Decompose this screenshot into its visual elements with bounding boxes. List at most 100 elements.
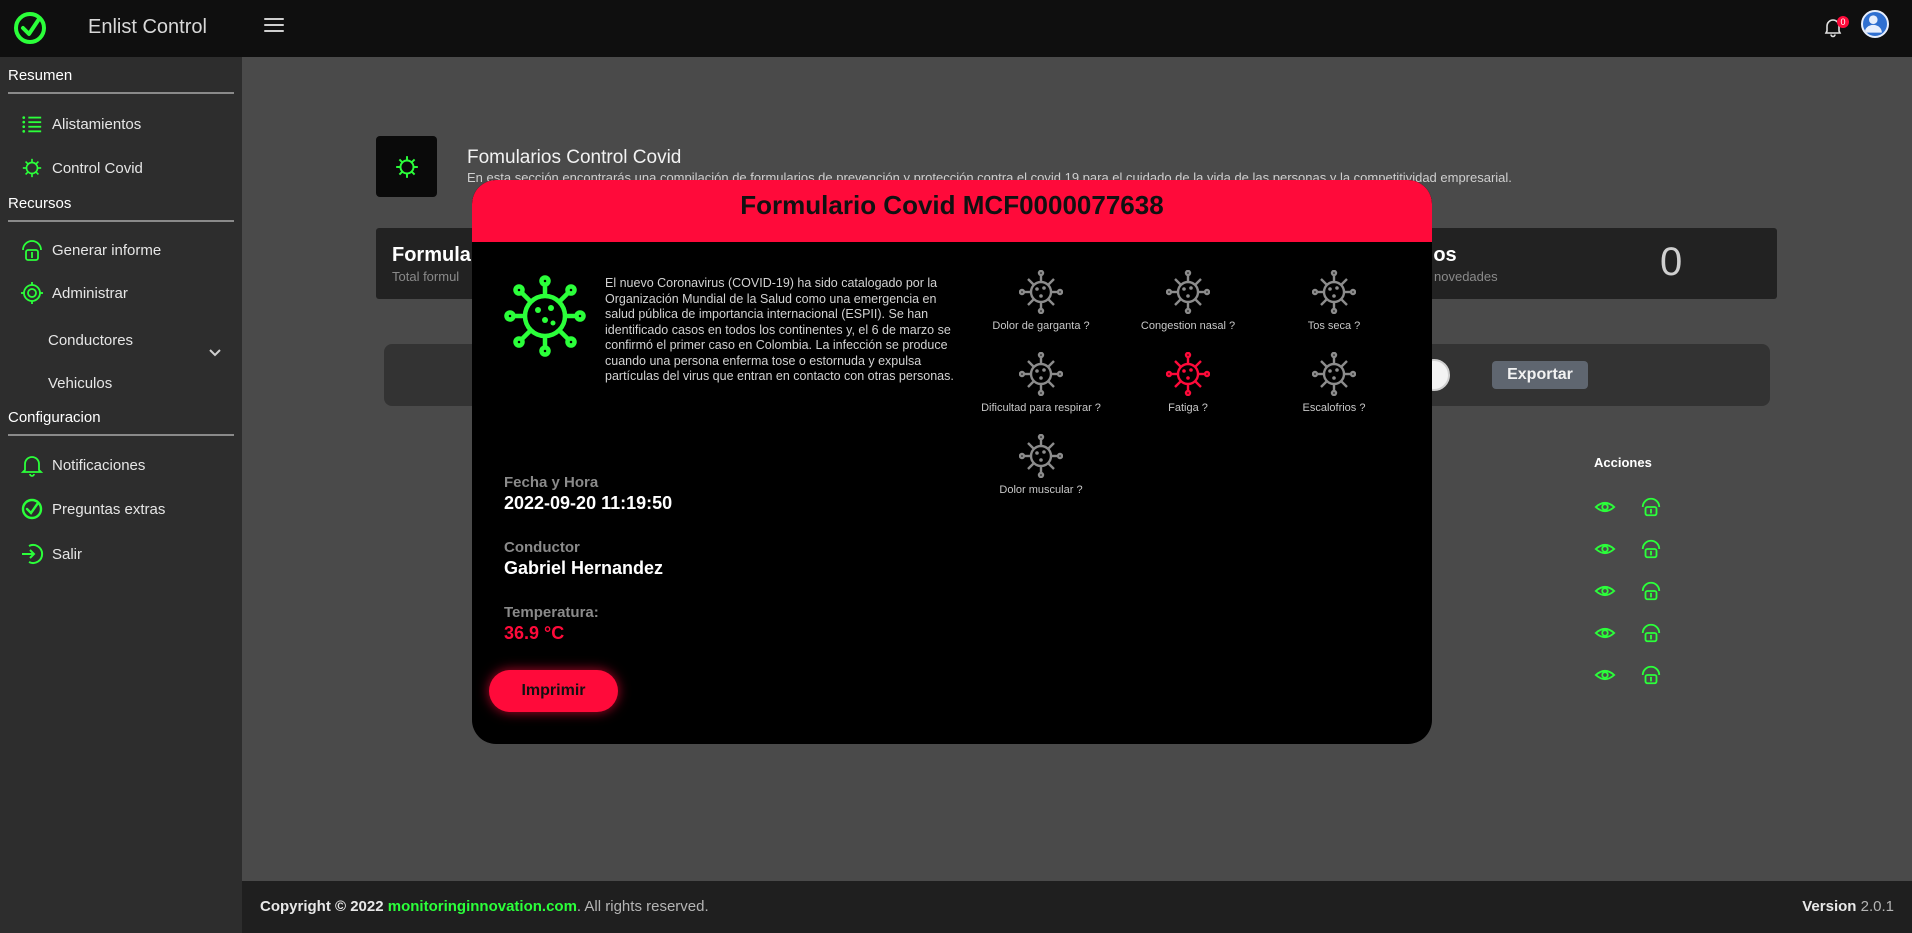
row-actions — [1594, 496, 1662, 518]
temperature-label: Temperatura: — [504, 604, 599, 621]
row-actions — [1594, 538, 1662, 560]
symptom-label: Tos seca ? — [1307, 320, 1361, 332]
sidebar-item-alistamientos[interactable]: Alistamientos — [18, 109, 141, 139]
symptom-item: Congestion nasal ? — [1108, 270, 1268, 332]
datetime-label: Fecha y Hora — [504, 474, 599, 491]
menu-toggle-icon[interactable] — [264, 14, 284, 36]
eye-icon[interactable] — [1594, 496, 1616, 518]
sidebar-item-label: Preguntas extras — [52, 500, 166, 518]
actions-header: Acciones — [1594, 455, 1652, 470]
report-icon[interactable] — [1640, 496, 1662, 518]
print-button[interactable]: Imprimir — [489, 670, 618, 712]
page-icon-tile — [376, 136, 437, 197]
report-icon[interactable] — [1640, 538, 1662, 560]
row-actions — [1594, 622, 1662, 644]
symptom-item: Tos seca ? — [1254, 270, 1414, 332]
covid-form-modal: Formulario Covid MCF0000077638 El nuevo … — [472, 180, 1432, 744]
datetime-value: 2022-09-20 11:19:50 — [504, 493, 673, 513]
temperature-value: 36.9 °C — [504, 623, 565, 643]
card-title: Formula — [392, 244, 471, 266]
symptom-item: Dolor de garganta ? — [961, 270, 1121, 332]
version-label: Version — [1802, 898, 1857, 915]
stats-card-novedades: rios novedades 0 — [1420, 228, 1777, 299]
footer: Copyright © 2022 monitoringinnovation.co… — [242, 881, 1912, 933]
sidebar-item-label: Alistamientos — [52, 115, 142, 133]
report-icon — [18, 236, 46, 264]
footer-version: Version 2.0.1 — [1802, 898, 1894, 915]
card-subtitle: novedades — [1434, 269, 1498, 284]
virus-icon — [504, 275, 586, 357]
card-subtitle: Total formul — [392, 269, 460, 284]
sidebar-item-label: Salir — [52, 545, 83, 563]
sidebar-item-preguntas-extras[interactable]: Preguntas extras — [18, 494, 165, 524]
divider — [8, 434, 234, 436]
symptom-label: Escalofrios ? — [1302, 402, 1366, 414]
report-icon[interactable] — [1640, 664, 1662, 686]
symptom-label: Congestion nasal ? — [1140, 320, 1236, 332]
eye-icon[interactable] — [1594, 622, 1616, 644]
sidebar-item-label: Administrar — [52, 284, 128, 302]
sidebar-item-conductores[interactable]: Conductores — [48, 332, 133, 349]
rights-text: . All rights reserved. — [576, 898, 709, 915]
virus-icon — [1019, 434, 1063, 478]
app-name: Enlist Control — [88, 16, 207, 38]
symptom-item: Escalofrios ? — [1254, 352, 1414, 414]
eye-icon[interactable] — [1594, 538, 1616, 560]
row-actions — [1594, 580, 1662, 602]
sidebar-item-label: Notificaciones — [52, 456, 146, 474]
bell-icon — [18, 451, 46, 479]
sidebar-item-label: Generar informe — [52, 241, 162, 259]
sidebar-item-vehiculos[interactable]: Vehiculos — [48, 375, 112, 392]
sidebar-item-generar-informe[interactable]: Generar informe — [18, 235, 161, 265]
chevron-down-icon[interactable] — [208, 346, 222, 360]
symptom-label: Dolor de garganta ? — [992, 320, 1090, 332]
symptom-item: Fatiga ? — [1108, 352, 1268, 414]
list-icon — [18, 110, 46, 138]
report-icon[interactable] — [1640, 580, 1662, 602]
row-actions — [1594, 664, 1662, 686]
section-configuracion: Configuracion — [8, 409, 101, 426]
driver-label: Conductor — [504, 539, 580, 556]
export-button[interactable]: Exportar — [1492, 361, 1588, 389]
virus-icon — [1019, 352, 1063, 396]
section-recursos: Recursos — [8, 195, 72, 212]
footer-domain-link[interactable]: monitoringinnovation.com — [388, 898, 577, 915]
covid-intro-text: El nuevo Coronavirus (COVID-19) ha sido … — [605, 276, 954, 383]
sidebar: Resumen Alistamientos Control Covid Recu… — [0, 57, 242, 933]
avatar[interactable] — [1861, 10, 1889, 38]
sidebar-item-notificaciones[interactable]: Notificaciones — [18, 450, 145, 480]
virus-icon — [1166, 270, 1210, 314]
logout-icon — [18, 540, 46, 568]
report-icon[interactable] — [1640, 622, 1662, 644]
page-title: Fomularios Control Covid — [467, 147, 682, 168]
brand-logo-icon — [14, 12, 46, 44]
sidebar-item-administrar[interactable]: Administrar — [18, 278, 128, 308]
driver-value: Gabriel Hernandez — [504, 558, 664, 578]
eye-icon[interactable] — [1594, 580, 1616, 602]
top-bar: Enlist Control 0 — [0, 0, 1912, 57]
symptom-item: Dificultad para respirar ? — [961, 352, 1121, 414]
symptom-label: Fatiga ? — [1168, 402, 1208, 414]
section-resumen: Resumen — [8, 67, 73, 84]
symptom-label: Dolor muscular ? — [999, 484, 1083, 496]
symptom-item: Dolor muscular ? — [961, 434, 1121, 496]
footer-copyright: Copyright © 2022 monitoringinnovation.co… — [260, 898, 709, 915]
virus-icon — [1166, 352, 1210, 396]
copyright-text: Copyright © 2022 — [260, 898, 384, 915]
virus-icon — [18, 154, 46, 182]
divider — [8, 92, 234, 94]
card-count: 0 — [1660, 240, 1683, 284]
sidebar-item-salir[interactable]: Salir — [18, 539, 82, 569]
virus-icon — [1312, 352, 1356, 396]
version-value: 2.0.1 — [1860, 898, 1894, 915]
divider — [8, 220, 234, 222]
sidebar-item-control-covid[interactable]: Control Covid — [18, 153, 143, 183]
virus-icon — [1312, 270, 1356, 314]
symptom-label: Dificultad para respirar ? — [981, 402, 1101, 414]
eye-icon[interactable] — [1594, 664, 1616, 686]
notification-badge: 0 — [1837, 16, 1849, 28]
gear-icon — [18, 279, 46, 307]
virus-icon — [395, 155, 418, 178]
check-icon — [18, 495, 46, 523]
modal-title: Formulario Covid MCF0000077638 — [740, 190, 1164, 220]
